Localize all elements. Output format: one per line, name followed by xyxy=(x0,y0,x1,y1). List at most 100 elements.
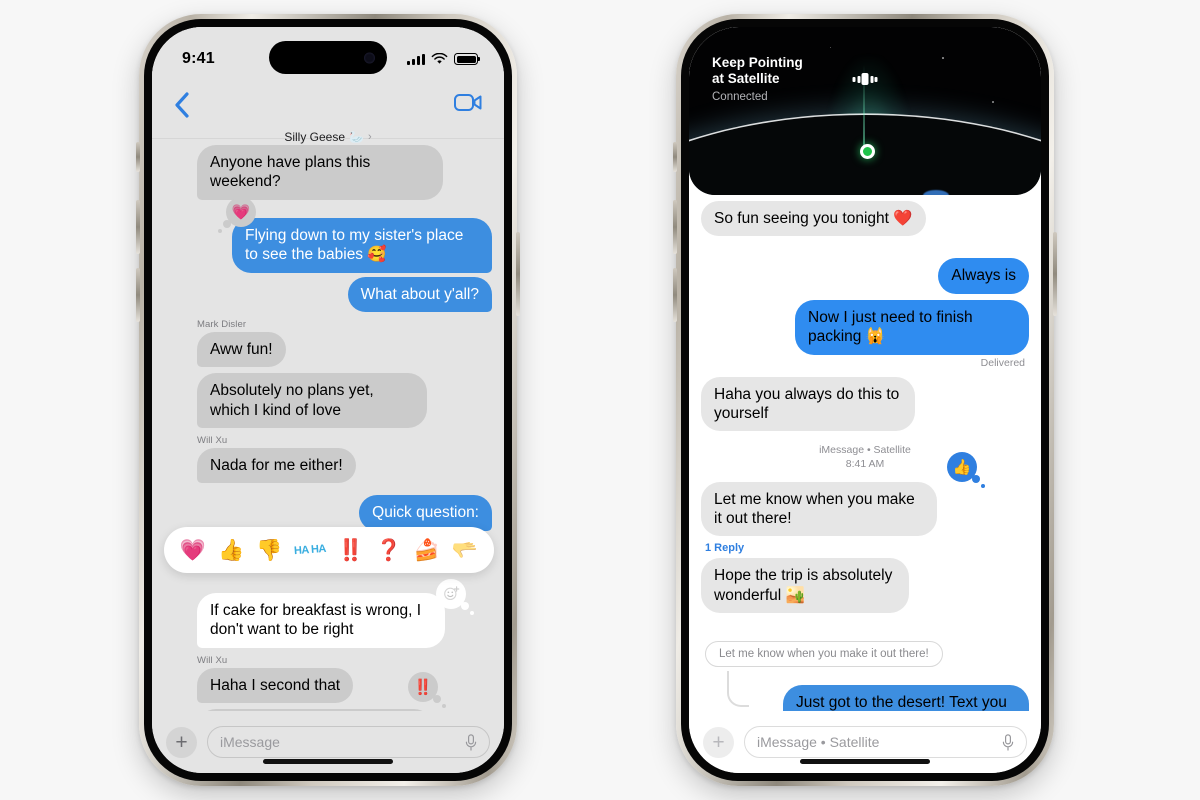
message-bubble-incoming[interactable]: Anyone have plans this weekend? xyxy=(192,145,443,200)
delivery-status: Delivered xyxy=(980,356,1025,369)
memoji-avatar-mark xyxy=(164,622,190,648)
heart-icon: 💗 xyxy=(231,203,251,221)
message-bubble-outgoing[interactable]: Always is xyxy=(938,258,1029,294)
thumbs-up-reaction-icon[interactable]: 👍 xyxy=(218,540,244,561)
status-indicators xyxy=(407,53,481,65)
power-button[interactable] xyxy=(516,232,520,316)
message-bubble-incoming[interactable]: Let me know when you make it out there! xyxy=(701,481,937,537)
message-row[interactable]: Now I just need to finish packing 🙀 xyxy=(701,299,1029,355)
device-bezel: 9:41 Silly Geese 🦢 › Anyone have plans t… xyxy=(144,19,512,781)
facetime-button[interactable] xyxy=(454,94,482,117)
cake-reaction-icon[interactable]: 🍰 xyxy=(414,540,440,561)
message-bubble-incoming[interactable]: Haha I second that xyxy=(197,667,354,703)
message-bubble-outgoing[interactable]: What about y'all? xyxy=(347,276,498,313)
power-button[interactable] xyxy=(1053,232,1057,316)
message-list-left[interactable]: Anyone have plans this weekend? 💗 Flying… xyxy=(152,139,504,711)
satellite-status-text: Keep Pointing at Satellite Connected xyxy=(712,55,803,103)
message-bubble-outgoing[interactable]: Just got to the desert! Text you when I'… xyxy=(783,685,1029,711)
quoted-reply-bubble[interactable]: Let me know when you make it out there! xyxy=(705,641,943,668)
message-row[interactable]: Just got to the desert! Text you when I'… xyxy=(701,685,1029,711)
avatar-spacer xyxy=(164,341,190,367)
message-row[interactable]: Let me know when you make it out there! … xyxy=(701,451,1029,537)
microphone-icon[interactable] xyxy=(465,733,477,751)
message-bubble-outgoing[interactable]: Flying down to my sister's place to see … xyxy=(232,217,497,273)
volume-up-button[interactable] xyxy=(673,200,677,254)
satellite-icon xyxy=(852,73,878,85)
add-reaction-tapback[interactable] xyxy=(436,578,474,615)
plus-icon[interactable]: + xyxy=(703,726,734,758)
message-row[interactable]: 💗 Flying down to my sister's place to se… xyxy=(164,196,497,273)
message-row[interactable]: What about y'all? xyxy=(164,276,498,313)
device-bezel: Keep Pointing at Satellite Connected So … xyxy=(681,19,1049,781)
haha-reaction-icon[interactable]: HA HA xyxy=(294,542,327,556)
exclamation-reaction-icon[interactable]: ‼️ xyxy=(338,540,364,561)
action-button[interactable] xyxy=(673,142,677,172)
message-row[interactable]: Anyone have plans this weekend? xyxy=(164,145,492,200)
thread-reply-link[interactable]: 1 Reply xyxy=(705,542,1029,554)
sender-name: Mark Disler xyxy=(197,318,247,330)
volume-up-button[interactable] xyxy=(136,200,140,254)
message-bubble-outgoing[interactable]: Quick question: xyxy=(359,495,497,532)
message-bubble-incoming[interactable]: Nada for me either! xyxy=(192,448,356,484)
satellite-connection-status: Connected xyxy=(712,90,768,103)
message-row[interactable]: Haha I second that ‼️ xyxy=(164,667,492,708)
imessage-input[interactable]: iMessage xyxy=(220,734,465,750)
front-camera-icon xyxy=(364,52,375,63)
message-row[interactable]: Nada for me either! xyxy=(164,448,492,484)
sender-name: Will Xu xyxy=(197,435,228,446)
wifi-icon xyxy=(431,53,448,64)
inline-reply-group: Let me know when you make it out there! xyxy=(705,641,1029,708)
message-bubble-incoming[interactable]: Haha you always do this to yourself xyxy=(701,376,915,432)
tapback-picker[interactable]: 💗 👍 👎 HA HA ‼️ ❓ 🍰 🫳 xyxy=(164,527,494,573)
message-bubble-incoming[interactable]: Hope the trip is absolutely wonderful 🏜️ xyxy=(701,558,909,614)
satellite-status-banner[interactable]: Keep Pointing at Satellite Connected xyxy=(689,27,1041,195)
message-row[interactable]: Haha you always do this to yourself xyxy=(701,376,1029,432)
satellite-input-wrap[interactable]: iMessage • Satellite xyxy=(744,726,1027,758)
heart-tapback[interactable]: 💗 xyxy=(218,196,256,233)
message-row[interactable]: If cake for breakfast is wrong, I don't … xyxy=(164,578,492,648)
message-bubble-incoming[interactable]: So fun seeing you tonight ❤️ xyxy=(701,201,926,237)
message-bubble-incoming-selected[interactable]: If cake for breakfast is wrong, I don't … xyxy=(197,592,445,648)
microphone-icon[interactable] xyxy=(1002,733,1014,751)
sender-name: Will Xu xyxy=(197,654,228,666)
question-reaction-icon[interactable]: ❓ xyxy=(376,540,402,561)
message-row[interactable]: Life's too short to leave a slice behind xyxy=(164,708,492,711)
imessage-satellite-input[interactable]: iMessage • Satellite xyxy=(757,734,1002,750)
messages-conversation-left: Silly Geese 🦢 › Anyone have plans this w… xyxy=(152,27,504,773)
heart-reaction-icon[interactable]: 💗 xyxy=(180,540,206,561)
message-row[interactable]: Absolutely no plans yet, which I kind of… xyxy=(164,373,492,428)
message-row[interactable]: Quick question: xyxy=(164,495,497,532)
volume-down-button[interactable] xyxy=(136,268,140,322)
more-reaction-icon[interactable]: 🫳 xyxy=(452,540,478,561)
search-input-wrap[interactable]: iMessage xyxy=(207,726,490,758)
home-indicator[interactable] xyxy=(263,759,393,764)
service-label: iMessage • Satellite xyxy=(819,444,911,457)
message-list-right[interactable]: So fun seeing you tonight ❤️ Always is N… xyxy=(689,195,1041,711)
message-bubble-incoming[interactable]: Life's too short to leave a slice behind xyxy=(197,708,433,711)
message-bubble-incoming[interactable]: Absolutely no plans yet, which I kind of… xyxy=(192,373,427,428)
volume-down-button[interactable] xyxy=(673,268,677,322)
exclamation-icon: ‼️ xyxy=(413,678,433,696)
plus-icon[interactable]: + xyxy=(166,726,197,758)
message-bubble-outgoing[interactable]: Now I just need to finish packing 🙀 xyxy=(795,299,1029,355)
message-bubble-incoming[interactable]: Aww fun! xyxy=(197,331,286,368)
conversation-identity[interactable]: Silly Geese 🦢 › xyxy=(152,87,504,144)
thumbs-up-tapback[interactable]: 👍 xyxy=(947,451,985,488)
message-row[interactable]: Aww fun! xyxy=(164,331,492,368)
add-reaction-icon xyxy=(443,586,459,601)
thumbs-down-reaction-icon[interactable]: 👎 xyxy=(256,540,282,561)
time-label: 8:41 AM xyxy=(845,458,885,471)
memoji-avatar-will xyxy=(164,174,190,200)
message-row[interactable]: So fun seeing you tonight ❤️ xyxy=(701,201,1029,237)
status-time: 9:41 xyxy=(182,50,215,67)
dynamic-island xyxy=(269,41,387,74)
home-indicator[interactable] xyxy=(800,759,930,764)
iphone-mockup-right: Keep Pointing at Satellite Connected So … xyxy=(673,14,1057,786)
avatar-spacer xyxy=(164,677,190,703)
exclamation-tapback[interactable]: ‼️ xyxy=(408,671,446,708)
satellite-title-line1: Keep Pointing xyxy=(712,55,803,70)
message-row[interactable]: Always is xyxy=(701,258,1029,294)
battery-icon xyxy=(454,53,481,65)
action-button[interactable] xyxy=(136,142,140,172)
message-row[interactable]: Hope the trip is absolutely wonderful 🏜️ xyxy=(701,558,1029,614)
